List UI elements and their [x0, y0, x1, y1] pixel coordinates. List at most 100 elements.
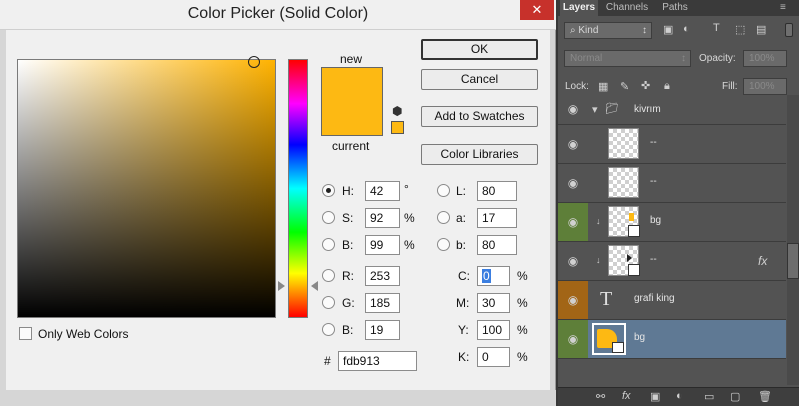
- lab-a-input[interactable]: 17: [477, 208, 517, 228]
- hue-input[interactable]: 42: [365, 181, 400, 201]
- hue-slider-right-arrow[interactable]: [311, 281, 318, 291]
- new-group-icon[interactable]: ▭: [704, 390, 714, 403]
- color-field-cursor[interactable]: [248, 56, 260, 68]
- lock-transparent-icon[interactable]: ▦: [598, 80, 608, 93]
- green-radio[interactable]: [322, 296, 335, 309]
- magenta-input[interactable]: 30: [477, 293, 510, 313]
- yellow-input[interactable]: 100: [477, 320, 510, 340]
- lab-b-input[interactable]: 80: [477, 235, 517, 255]
- layer-name[interactable]: --: [650, 176, 657, 187]
- opacity-input[interactable]: 100%: [743, 50, 787, 67]
- close-button[interactable]: ✕: [520, 0, 554, 20]
- visibility-eye-icon[interactable]: ◉: [558, 320, 588, 358]
- layer-row[interactable]: ◉ --: [558, 164, 786, 203]
- layer-name[interactable]: kivrım: [634, 104, 661, 115]
- lock-position-icon[interactable]: ✜: [641, 79, 650, 92]
- blend-mode-select[interactable]: Normal ↕: [564, 50, 691, 67]
- filter-toggle[interactable]: [785, 23, 793, 37]
- layer-row[interactable]: ◉ ↓ bg: [558, 203, 786, 242]
- link-layers-icon[interactable]: ⚯: [596, 390, 605, 403]
- tab-channels[interactable]: Channels: [602, 0, 652, 16]
- lock-all-icon[interactable]: 🔒︎: [664, 80, 670, 93]
- visibility-eye-icon[interactable]: ◉: [558, 95, 588, 124]
- black-label: K:: [458, 350, 470, 364]
- brightness-input[interactable]: 99: [365, 235, 400, 255]
- layer-group-kivrim[interactable]: ◉ ▾ 📁︎ kivrım: [558, 95, 786, 125]
- type-filter-icon[interactable]: T: [713, 22, 720, 34]
- green-input[interactable]: 185: [365, 293, 400, 313]
- hue-slider[interactable]: [288, 59, 308, 318]
- fill-input[interactable]: 100%: [743, 78, 787, 95]
- dialog-title: Color Picker (Solid Color): [187, 5, 369, 22]
- layers-scrollbar[interactable]: [787, 95, 799, 385]
- black-input[interactable]: 0: [477, 347, 510, 367]
- smart-object-filter-icon[interactable]: ▤: [756, 23, 766, 36]
- tab-paths[interactable]: Paths: [656, 0, 694, 16]
- layer-name[interactable]: bg: [634, 332, 645, 343]
- color-libraries-button[interactable]: Color Libraries: [421, 144, 538, 165]
- visibility-eye-icon[interactable]: ◉: [558, 203, 588, 241]
- visibility-eye-icon[interactable]: ◉: [558, 242, 588, 280]
- add-mask-icon[interactable]: ▣: [650, 390, 660, 403]
- saturation-radio[interactable]: [322, 211, 335, 224]
- ok-button[interactable]: OK: [421, 39, 538, 60]
- cancel-button[interactable]: Cancel: [421, 69, 538, 90]
- lab-b-radio[interactable]: [437, 238, 450, 251]
- layer-name[interactable]: --: [650, 254, 657, 265]
- layers-panel-footer: ⚯ fx ▣ ◐ ▭ ▢ 🗑︎: [558, 387, 799, 406]
- panel-menu-icon[interactable]: ≡: [780, 2, 786, 13]
- yellow-unit: %: [517, 323, 528, 337]
- add-to-swatches-button[interactable]: Add to Swatches: [421, 106, 538, 127]
- add-layer-style-icon[interactable]: fx: [622, 390, 631, 402]
- hue-radio[interactable]: [322, 184, 335, 197]
- current-color-swatch[interactable]: [321, 103, 383, 136]
- type-layer-icon: T: [600, 288, 613, 310]
- layer-row-selected[interactable]: ◉ bg: [558, 320, 786, 359]
- layer-row[interactable]: ◉ --: [558, 125, 786, 164]
- brightness-radio[interactable]: [322, 238, 335, 251]
- tab-layers[interactable]: Layers: [560, 0, 598, 16]
- web-safe-swatch[interactable]: [391, 121, 404, 134]
- layer-name[interactable]: --: [650, 137, 657, 148]
- red-radio[interactable]: [322, 269, 335, 282]
- lock-label: Lock:: [565, 81, 589, 92]
- layer-name[interactable]: grafi king: [634, 293, 675, 304]
- visibility-eye-icon[interactable]: ◉: [558, 164, 588, 202]
- shape-filter-icon[interactable]: ⬚: [735, 23, 745, 36]
- saturation-brightness-field[interactable]: [17, 59, 276, 318]
- black-unit: %: [517, 350, 528, 364]
- hue-slider-left-arrow[interactable]: [278, 281, 285, 291]
- brightness-label: B:: [342, 238, 354, 252]
- hex-input[interactable]: fdb913: [338, 351, 417, 371]
- visibility-eye-icon[interactable]: ◉: [558, 281, 588, 319]
- new-adjustment-layer-icon[interactable]: ◐: [676, 390, 683, 402]
- lab-l-radio[interactable]: [437, 184, 450, 197]
- layer-name[interactable]: bg: [650, 215, 661, 226]
- web-safe-cube-icon[interactable]: ⬢: [392, 104, 402, 118]
- select-arrows-icon: ↕: [642, 25, 647, 36]
- thumbnail-shape: [629, 213, 634, 221]
- group-expand-arrow-icon[interactable]: ▾: [592, 103, 598, 116]
- layer-row[interactable]: ◉ ↓ -- fx: [558, 242, 786, 281]
- saturation-label: S:: [342, 211, 354, 225]
- blue-radio[interactable]: [322, 323, 335, 336]
- new-layer-icon[interactable]: ▢: [730, 390, 740, 403]
- dialog-titlebar[interactable]: Color Picker (Solid Color) ✕: [0, 0, 556, 30]
- saturation-input[interactable]: 92: [365, 208, 400, 228]
- visibility-eye-icon[interactable]: ◉: [558, 125, 588, 163]
- pixel-filter-icon[interactable]: ▣: [663, 23, 673, 36]
- lab-a-radio[interactable]: [437, 211, 450, 224]
- layers-scrollbar-thumb[interactable]: [787, 243, 799, 279]
- layer-effects-icon[interactable]: fx: [758, 254, 767, 268]
- blue-input[interactable]: 19: [365, 320, 400, 340]
- cyan-input[interactable]: 0: [477, 266, 510, 286]
- adjustment-filter-icon[interactable]: ◐: [683, 23, 690, 35]
- lock-image-icon[interactable]: ✎: [620, 80, 629, 93]
- filter-kind-select[interactable]: ⌕ Kind ↕: [564, 22, 652, 39]
- delete-layer-icon[interactable]: 🗑︎: [758, 390, 772, 403]
- lab-l-input[interactable]: 80: [477, 181, 517, 201]
- thumbnail-shape: [627, 254, 632, 262]
- red-input[interactable]: 253: [365, 266, 400, 286]
- layer-row-text[interactable]: ◉ T grafi king: [558, 281, 786, 320]
- only-web-colors-checkbox[interactable]: [19, 327, 32, 340]
